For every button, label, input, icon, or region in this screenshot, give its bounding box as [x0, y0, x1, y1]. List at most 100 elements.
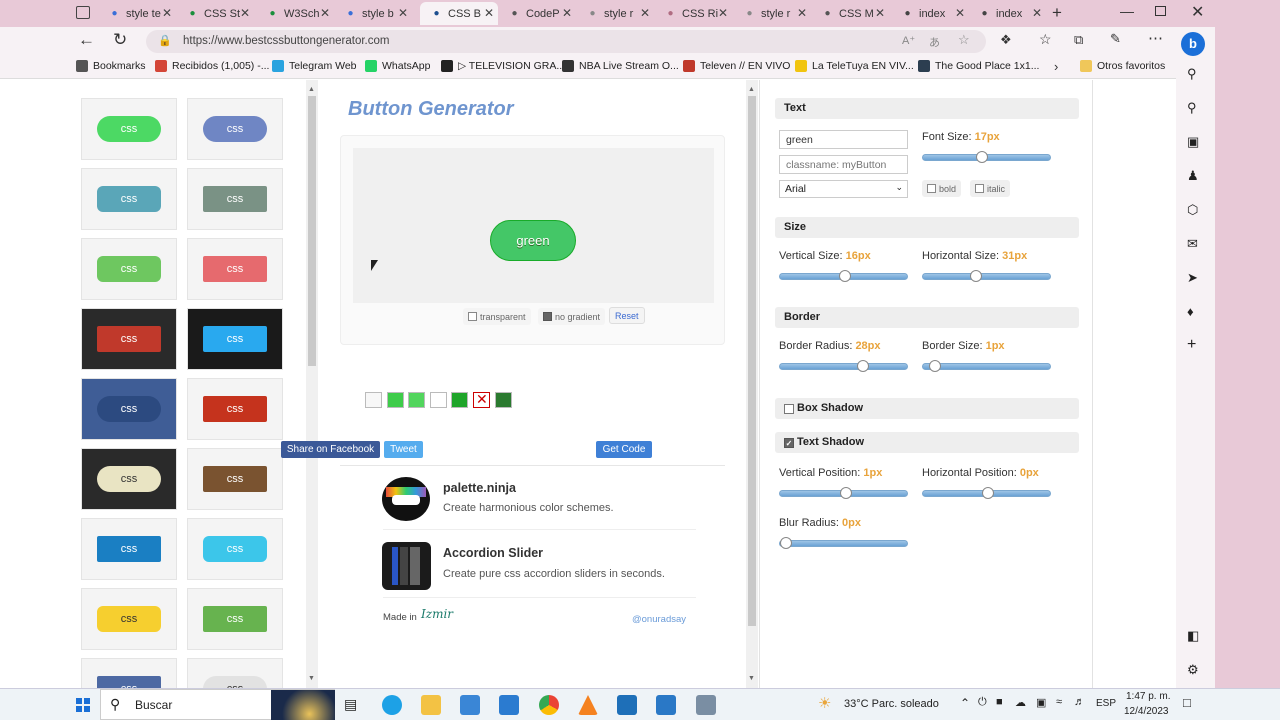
style-thumbnail[interactable]: css: [187, 98, 283, 160]
store-icon[interactable]: [460, 695, 480, 715]
translate-icon[interactable]: あ: [929, 34, 940, 50]
font-size-slider[interactable]: [922, 151, 1051, 163]
search-icon[interactable]: ⚲: [1187, 66, 1197, 82]
taskbar-search-box[interactable]: ⚲ Buscar: [100, 689, 335, 720]
close-tab-icon[interactable]: ✕: [320, 6, 330, 20]
vlc-icon[interactable]: [578, 695, 598, 715]
extensions-icon[interactable]: ❖: [1000, 32, 1012, 48]
border-size-slider[interactable]: [922, 360, 1051, 372]
style-thumbnail[interactable]: css: [81, 518, 177, 580]
add-favorite-icon[interactable]: ☆: [958, 32, 970, 48]
close-tab-icon[interactable]: ✕: [640, 6, 650, 20]
close-tab-icon[interactable]: ✕: [562, 6, 572, 20]
slider-handle[interactable]: [780, 537, 792, 549]
palette-ninja-logo[interactable]: [382, 477, 430, 521]
style-thumbnail[interactable]: css: [81, 308, 177, 370]
vscode-icon[interactable]: [656, 695, 676, 715]
style-thumbnail[interactable]: css: [187, 518, 283, 580]
vertical-size-slider[interactable]: [779, 270, 908, 282]
weather-icon[interactable]: ☀: [818, 694, 831, 712]
vertical-position-slider[interactable]: [779, 487, 908, 499]
chevron-right-icon[interactable]: ›: [1054, 59, 1058, 74]
favorites-icon[interactable]: ☆: [1039, 31, 1052, 48]
tab-actions-icon[interactable]: [76, 6, 90, 19]
more-icon[interactable]: ⋯: [1148, 29, 1163, 47]
clock-date[interactable]: 12/4/2023: [1124, 706, 1169, 717]
app-icon[interactable]: [696, 695, 716, 715]
color-swatch[interactable]: [387, 392, 404, 408]
slider-handle[interactable]: [838, 270, 851, 282]
promo-title[interactable]: palette.ninja: [443, 481, 516, 495]
horizontal-position-slider[interactable]: [922, 487, 1051, 499]
transparent-toggle[interactable]: transparent: [463, 308, 531, 325]
section-box-shadow[interactable]: Box Shadow: [775, 398, 1079, 419]
promo-title[interactable]: Accordion Slider: [443, 546, 543, 560]
color-swatch[interactable]: [495, 392, 512, 408]
bookmark-item[interactable]: La TeleTuya EN VIV...: [795, 60, 914, 72]
slider-handle[interactable]: [839, 487, 852, 499]
settings-gear-icon[interactable]: ⚙: [1187, 662, 1199, 678]
chevron-up-icon[interactable]: ⌃: [960, 696, 970, 710]
style-thumbnail[interactable]: css: [81, 168, 177, 230]
weather-text[interactable]: 33°C Parc. soleado: [844, 698, 939, 710]
style-thumbnail[interactable]: css: [187, 448, 283, 510]
close-tab-icon[interactable]: ✕: [1032, 6, 1042, 20]
style-thumbnail[interactable]: css: [187, 378, 283, 440]
style-thumbnail[interactable]: css: [81, 238, 177, 300]
bing-icon[interactable]: b: [1181, 32, 1205, 56]
browser-tab[interactable]: ● style te ✕: [98, 2, 176, 25]
browser-tab[interactable]: ● style r ✕: [576, 2, 654, 25]
close-tab-icon[interactable]: ✕: [162, 6, 172, 20]
color-swatch[interactable]: [408, 392, 425, 408]
style-thumbnail[interactable]: css: [187, 588, 283, 650]
language-indicator[interactable]: ESP: [1096, 698, 1116, 709]
style-thumbnail[interactable]: css: [187, 658, 283, 688]
close-tab-icon[interactable]: ✕: [240, 6, 250, 20]
browser-tab[interactable]: ● CodeP ✕: [498, 2, 576, 25]
volume-icon[interactable]: ♬: [1074, 696, 1085, 708]
style-thumbnail[interactable]: css: [81, 658, 177, 688]
toolbox-icon[interactable]: ▣: [1187, 134, 1199, 150]
new-tab-icon[interactable]: +: [1052, 3, 1062, 23]
gallery-scrollbar[interactable]: ▲ ▼: [306, 80, 318, 688]
shield-icon[interactable]: ■: [996, 696, 1003, 708]
display-icon[interactable]: ▣: [1036, 696, 1046, 709]
bookmark-item[interactable]: The Good Place 1x1...: [918, 60, 1039, 72]
windows-start-icon[interactable]: [76, 698, 90, 712]
bookmark-item[interactable]: Televen // EN VIVO: [683, 60, 790, 72]
style-thumbnail[interactable]: css: [81, 588, 177, 650]
color-swatch[interactable]: ✕: [473, 391, 490, 408]
bookmark-item[interactable]: Telegram Web: [272, 60, 357, 72]
text-shadow-checkbox[interactable]: ✓: [784, 438, 794, 448]
accordion-slider-logo[interactable]: [382, 542, 431, 590]
text-input[interactable]: [779, 130, 908, 149]
style-thumbnail[interactable]: css: [81, 98, 177, 160]
bookmark-item[interactable]: NBA Live Stream O...: [562, 60, 679, 72]
scroll-up-icon[interactable]: ▲: [748, 86, 755, 93]
scroll-up-icon[interactable]: ▲: [308, 86, 315, 93]
mail-icon[interactable]: [499, 695, 519, 715]
close-tab-icon[interactable]: ✕: [797, 6, 807, 20]
blur-radius-slider[interactable]: [779, 537, 908, 549]
refresh-icon[interactable]: ↻: [113, 30, 127, 50]
other-favorites[interactable]: Otros favoritos: [1080, 60, 1165, 72]
slider-handle[interactable]: [928, 360, 941, 372]
read-aloud-icon[interactable]: A⁺: [902, 34, 915, 47]
border-radius-slider[interactable]: [779, 360, 908, 372]
browser-tab[interactable]: ● index ✕: [891, 2, 969, 25]
office-icon[interactable]: ⬡: [1187, 202, 1198, 218]
close-tab-icon[interactable]: ✕: [955, 6, 965, 20]
gallery-scroll-thumb[interactable]: [308, 96, 316, 366]
slider-handle[interactable]: [975, 151, 988, 163]
box-shadow-checkbox[interactable]: [784, 404, 794, 414]
wifi-icon[interactable]: ≈: [1056, 696, 1062, 708]
bookmark-item[interactable]: ▷ TELEVISION GRA...: [441, 60, 565, 72]
style-thumbnail[interactable]: css: [187, 168, 283, 230]
tag-icon[interactable]: ⚲: [1187, 100, 1197, 116]
close-window-icon[interactable]: ✕: [1191, 2, 1204, 22]
browser-tab[interactable]: ● CSS M ✕: [811, 2, 889, 25]
classname-input[interactable]: [779, 155, 908, 174]
browser-tab[interactable]: ● CSS B ✕: [420, 2, 498, 25]
usb-icon[interactable]: ⏻: [978, 696, 987, 709]
close-tab-icon[interactable]: ✕: [718, 6, 728, 20]
